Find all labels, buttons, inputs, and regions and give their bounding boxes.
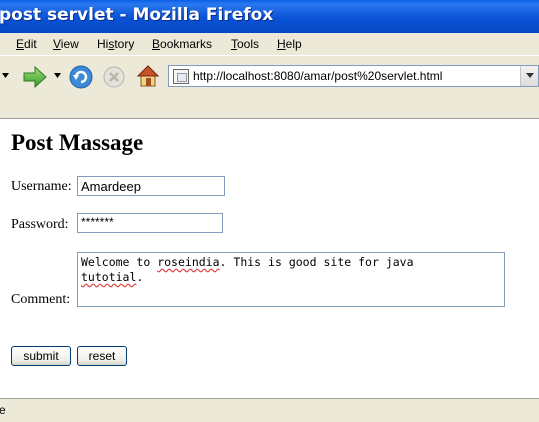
- url-bar[interactable]: http://localhost:8080/amar/post%20servle…: [168, 65, 539, 87]
- stop-icon[interactable]: [102, 65, 126, 89]
- menu-edit-rest: dit: [24, 37, 37, 51]
- comment-word: good: [288, 255, 317, 269]
- menu-tools-rest: ools: [237, 37, 260, 51]
- menu-edit-accel: E: [16, 37, 25, 51]
- reset-button[interactable]: reset: [77, 346, 127, 366]
- status-text: e: [0, 403, 6, 417]
- username-label: Username:: [11, 179, 72, 194]
- page-title: Post Massage: [11, 130, 144, 155]
- bookmarks-toolbar: [0, 97, 539, 119]
- menu-view-accel: V: [53, 37, 61, 51]
- url-dropdown-icon: [525, 73, 534, 78]
- comment-word: java: [385, 255, 414, 269]
- navigation-toolbar: http://localhost:8080/amar/post%20servle…: [0, 55, 539, 97]
- menu-help[interactable]: Help: [277, 37, 302, 51]
- menu-help-rest: elp: [285, 37, 302, 51]
- menu-view-rest: iew: [60, 37, 79, 51]
- comment-word: is: [268, 255, 282, 269]
- menu-bookmarks-rest: ookmarks: [160, 37, 213, 51]
- page-content: Post Massage Username: Amardeep Password…: [0, 119, 539, 398]
- comment-word-misspelled: roseindia: [157, 255, 220, 269]
- username-input[interactable]: Amardeep: [77, 176, 225, 196]
- menu-history-rest: tory: [114, 37, 135, 51]
- window-title: post servlet - Mozilla Firefox: [0, 5, 274, 25]
- back-dropdown-icon[interactable]: [2, 72, 10, 80]
- comment-label: Comment:: [11, 292, 71, 307]
- forward-dropdown-icon[interactable]: [54, 72, 62, 80]
- comment-word: for: [358, 255, 379, 269]
- status-bar: e: [0, 398, 539, 422]
- password-input[interactable]: *******: [77, 213, 223, 233]
- menu-bookmarks[interactable]: Bookmarks: [152, 37, 212, 51]
- menu-view[interactable]: View: [53, 37, 79, 51]
- url-text: http://localhost:8080/amar/post%20servle…: [193, 69, 443, 83]
- comment-word: This: [233, 255, 262, 269]
- reload-icon[interactable]: [68, 64, 94, 90]
- title-bar[interactable]: post servlet - Mozilla Firefox: [0, 0, 539, 33]
- menu-tools[interactable]: Tools: [231, 37, 259, 51]
- comment-word: to: [136, 255, 151, 269]
- home-icon[interactable]: [136, 64, 160, 88]
- comment-period: .: [219, 255, 227, 269]
- menu-history-pre: Hi: [97, 37, 109, 51]
- menu-bookmarks-accel: B: [152, 37, 161, 51]
- comment-period: .: [136, 270, 144, 284]
- url-dropdown-button[interactable]: [520, 66, 538, 86]
- password-label: Password:: [11, 217, 69, 232]
- menu-edit[interactable]: Edit: [16, 37, 37, 51]
- submit-button[interactable]: submit: [11, 346, 71, 366]
- page-icon: [173, 69, 189, 84]
- comment-word: Welcome: [81, 255, 130, 269]
- menu-bar: Edit View History Bookmarks Tools Help: [0, 33, 539, 55]
- menu-help-accel: H: [277, 37, 286, 51]
- menu-history[interactable]: History: [97, 37, 134, 51]
- comment-word: site: [323, 255, 352, 269]
- comment-textarea[interactable]: Welcome to roseindia. This is good site …: [77, 252, 505, 307]
- forward-icon[interactable]: [22, 64, 48, 90]
- comment-word-misspelled: tutotial: [81, 270, 137, 284]
